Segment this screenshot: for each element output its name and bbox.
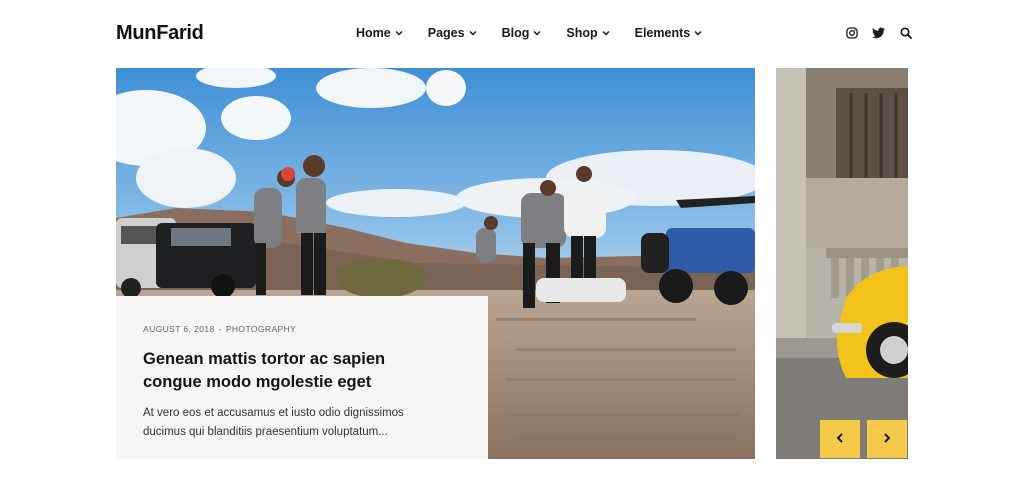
nav-item-label: Home	[356, 26, 391, 40]
nav-item-shop[interactable]: Shop	[566, 26, 610, 40]
post-date[interactable]: AUGUST 6, 2018	[143, 324, 215, 334]
chevron-down-icon	[533, 29, 541, 37]
site-header: MunFarid Home Pages Blog Shop Elements	[0, 0, 1024, 68]
street-photo	[776, 68, 908, 459]
post-category[interactable]: PHOTOGRAPHY	[226, 324, 296, 334]
post-title[interactable]: Genean mattis tortor ac sapien congue mo…	[143, 348, 443, 394]
nav-item-label: Shop	[566, 26, 598, 40]
next-slide-image[interactable]	[776, 68, 908, 459]
nav-item-pages[interactable]: Pages	[428, 26, 477, 40]
chevron-down-icon	[469, 29, 477, 37]
nav-item-blog[interactable]: Blog	[502, 26, 542, 40]
chevron-down-icon	[602, 29, 610, 37]
slider-prev-button[interactable]	[820, 420, 860, 458]
site-logo[interactable]: MunFarid	[116, 22, 204, 45]
chevron-down-icon	[395, 29, 403, 37]
search-icon[interactable]	[899, 26, 912, 39]
chevron-down-icon	[694, 29, 702, 37]
post-meta: AUGUST 6, 2018 - PHOTOGRAPHY	[143, 324, 461, 334]
post-excerpt: At vero eos et accusamus et iusto odio d…	[143, 407, 404, 438]
slider-next-button[interactable]	[867, 420, 907, 458]
featured-post-card: AUGUST 6, 2018 - PHOTOGRAPHY Genean matt…	[116, 296, 488, 459]
meta-separator: -	[218, 324, 222, 334]
main-nav: Home Pages Blog Shop Elements	[356, 26, 727, 40]
nav-item-label: Elements	[634, 26, 691, 40]
nav-item-home[interactable]: Home	[356, 26, 403, 40]
chevron-left-icon	[836, 430, 844, 448]
nav-item-label: Pages	[427, 26, 465, 40]
nav-item-label: Blog	[501, 26, 530, 40]
twitter-icon[interactable]	[872, 26, 885, 39]
instagram-icon[interactable]	[845, 26, 858, 39]
header-icons	[845, 26, 912, 39]
chevron-right-icon	[883, 430, 891, 448]
nav-item-elements[interactable]: Elements	[635, 26, 703, 40]
